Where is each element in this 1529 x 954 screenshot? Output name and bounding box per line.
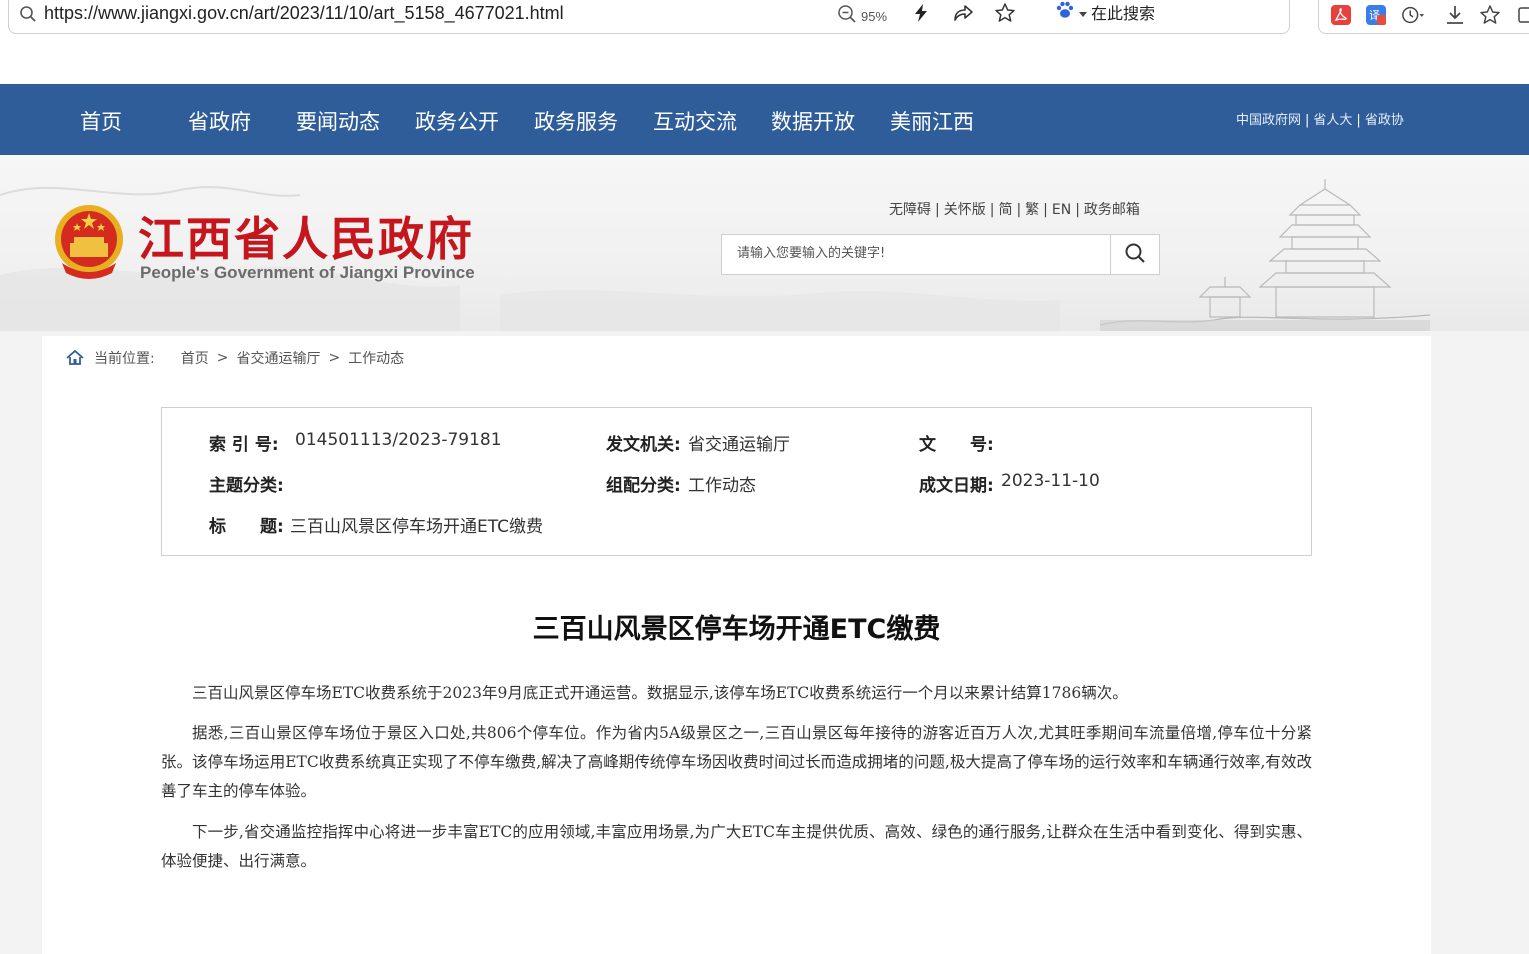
nav-item-beautiful-jiangxi[interactable]: 美丽江西 (890, 106, 974, 136)
address-bar[interactable]: https://www.jiangxi.gov.cn/art/2023/11/1… (8, 0, 1290, 34)
main-nav: 首页 省政府 要闻动态 政务公开 政务服务 互动交流 数据开放 美丽江西 中国政… (0, 84, 1529, 155)
category-label: 组配分类: (606, 476, 681, 496)
pavilion-illustration (1099, 175, 1431, 331)
chevron-down-icon (1079, 3, 1087, 22)
nav-item-open-data[interactable]: 数据开放 (771, 106, 855, 136)
link-english[interactable]: EN (1052, 202, 1071, 218)
breadcrumb: 当前位置: 首页 > 省交通运输厅 > 工作动态 (66, 348, 404, 368)
breadcrumb-item-department[interactable]: 省交通运输厅 (236, 348, 320, 368)
site-search-input[interactable] (722, 235, 1117, 272)
breadcrumb-item-home[interactable]: 首页 (181, 348, 209, 368)
zoom-level: 95% (861, 8, 888, 24)
article-title: 三百山风景区停车场开通ETC缴费 (532, 614, 941, 645)
document-metadata: 索 引 号: 014501113/2023-79181 发文机关: 省交通运输厅… (161, 407, 1312, 556)
settings-more-icon[interactable] (1515, 3, 1529, 27)
pdf-icon[interactable] (1329, 3, 1353, 27)
url-text[interactable]: https://www.jiangxi.gov.cn/art/2023/11/1… (44, 3, 564, 24)
translate-icon[interactable]: 译 (1364, 3, 1388, 27)
browser-toolbar: https://www.jiangxi.gov.cn/art/2023/11/1… (0, 0, 1529, 40)
nav-item-news[interactable]: 要闻动态 (296, 106, 380, 136)
category-value: 工作动态 (688, 476, 756, 496)
nav-item-gov[interactable]: 省政府 (188, 106, 251, 136)
breadcrumb-separator: > (328, 350, 341, 366)
download-icon[interactable] (1443, 3, 1467, 27)
link-provincial-congress[interactable]: 省人大 (1313, 113, 1352, 128)
topic-label: 主题分类: (209, 476, 284, 496)
zoom-icon (837, 4, 857, 28)
search-icon (19, 5, 37, 27)
site-header: 江西省人民政府 People's Government of Jiangxi P… (0, 155, 1529, 331)
issuer-value: 省交通运输厅 (688, 435, 790, 455)
index-value: 014501113/2023-79181 (295, 430, 502, 450)
link-accessibility[interactable]: 无障碍 (889, 202, 931, 218)
article-paragraph: 据悉,三百山景区停车场位于景区入口处,共806个停车位。作为省内5A级景区之一,… (161, 724, 1312, 800)
collections-icon[interactable] (1478, 3, 1502, 27)
nav-item-open-affairs[interactable]: 政务公开 (415, 106, 499, 136)
paw-icon (1055, 0, 1075, 24)
history-icon[interactable] (1401, 3, 1425, 27)
index-label: 索 引 号: (209, 435, 279, 455)
doc-number-label: 文 号: (919, 435, 994, 455)
emblem-icon (52, 203, 126, 285)
breadcrumb-label: 当前位置: (94, 351, 155, 367)
site-title[interactable]: 江西省人民政府 (138, 203, 474, 269)
nav-item-services[interactable]: 政务服务 (534, 106, 618, 136)
breadcrumb-item-category[interactable]: 工作动态 (348, 348, 404, 368)
link-simplified[interactable]: 简 (998, 202, 1012, 218)
search-engine-box[interactable]: 在此搜索 (1055, 0, 1155, 24)
nav-item-home[interactable]: 首页 (80, 106, 122, 136)
issuer-label: 发文机关: (606, 435, 681, 455)
search-engine-label: 在此搜索 (1091, 4, 1156, 23)
article-paragraph: 三百山风景区停车场ETC收费系统于2023年9月底正式开通运营。数据显示,该停车… (192, 684, 1128, 702)
title-value: 三百山风景区停车场开通ETC缴费 (290, 517, 543, 537)
article-paragraph: 下一步,省交通监控指挥中心将进一步丰富ETC的应用领域,丰富应用场景,为广大ET… (161, 823, 1312, 870)
share-icon[interactable] (951, 2, 975, 24)
site-search (721, 234, 1160, 275)
favorite-star-icon[interactable] (993, 2, 1017, 24)
title-label: 标 题: (209, 517, 284, 537)
home-icon (66, 350, 84, 366)
link-china-gov[interactable]: 中国政府网 (1236, 113, 1301, 128)
link-provincial-cppcc[interactable]: 省政协 (1365, 113, 1404, 128)
zoom-indicator[interactable]: 95% (837, 4, 887, 28)
external-links: 中国政府网 | 省人大 | 省政协 (1236, 113, 1404, 128)
breadcrumb-separator: > (216, 350, 229, 366)
nav-item-interaction[interactable]: 互动交流 (653, 106, 737, 136)
date-value: 2023-11-10 (1001, 471, 1100, 491)
site-subtitle: People's Government of Jiangxi Province (140, 263, 475, 282)
link-traditional[interactable]: 繁 (1025, 202, 1039, 218)
browser-extensions: 译 (1318, 0, 1529, 34)
lightning-icon[interactable] (909, 2, 933, 24)
date-label: 成文日期: (919, 476, 994, 496)
link-care-version[interactable]: 关怀版 (944, 202, 986, 218)
